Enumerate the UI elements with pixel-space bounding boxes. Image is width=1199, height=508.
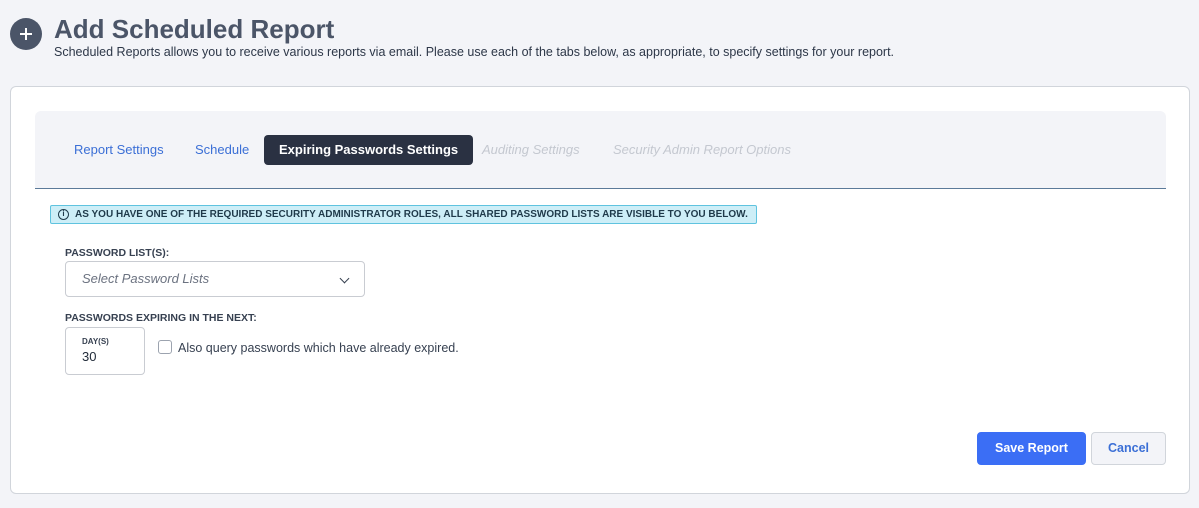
tab-schedule[interactable]: Schedule: [195, 135, 249, 165]
days-input[interactable]: DAY(S) 30: [65, 327, 145, 375]
tab-report-settings[interactable]: Report Settings: [74, 135, 164, 165]
page-subtitle: Scheduled Reports allows you to receive …: [54, 45, 895, 59]
tab-security-admin-report-options: Security Admin Report Options: [613, 142, 791, 157]
page-title: Add Scheduled Report: [54, 14, 335, 44]
info-icon: i: [58, 209, 69, 220]
password-lists-select[interactable]: Select Password Lists: [65, 261, 365, 297]
report-card: Report Settings Schedule Expiring Passwo…: [10, 86, 1190, 494]
chevron-down-icon: [339, 273, 350, 284]
tab-auditing-settings: Auditing Settings: [482, 142, 580, 157]
cancel-button[interactable]: Cancel: [1091, 432, 1166, 465]
expired-checkbox[interactable]: [158, 340, 172, 354]
tab-expiring-passwords-settings[interactable]: Expiring Passwords Settings: [264, 135, 474, 165]
info-alert: i AS YOU HAVE ONE OF THE REQUIRED SECURI…: [50, 205, 757, 224]
password-lists-label: PASSWORD LIST(S):: [65, 247, 170, 259]
tabs-bar: Report Settings Schedule Expiring Passwo…: [35, 111, 1166, 189]
expiring-label: PASSWORDS EXPIRING IN THE NEXT:: [65, 312, 257, 324]
days-value[interactable]: 30: [82, 349, 96, 364]
password-lists-placeholder: Select Password Lists: [82, 271, 210, 286]
days-unit-label: DAY(S): [82, 337, 109, 346]
save-report-button[interactable]: Save Report: [977, 432, 1086, 465]
add-circle-icon: [10, 18, 42, 50]
alert-text: AS YOU HAVE ONE OF THE REQUIRED SECURITY…: [75, 209, 748, 220]
expired-checkbox-label[interactable]: Also query passwords which have already …: [178, 341, 459, 355]
